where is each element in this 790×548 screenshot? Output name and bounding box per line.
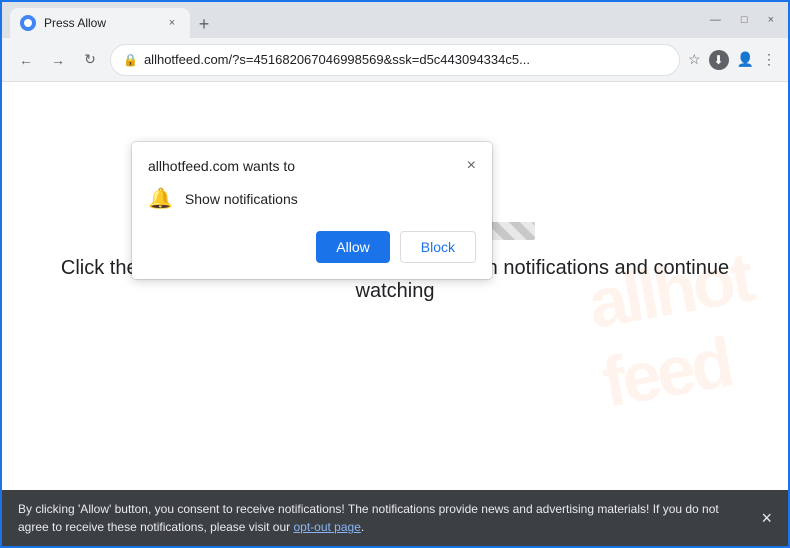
browser-window: Press Allow × + — □ × ← → ↻ 🔒 allhotfeed…	[0, 0, 790, 548]
notification-popup: allhotfeed.com wants to × 🔔 Show notific…	[132, 142, 492, 279]
tab-area: Press Allow × +	[10, 2, 698, 38]
allow-button[interactable]: Allow	[316, 231, 389, 263]
back-button[interactable]: ←	[14, 48, 38, 72]
reload-button[interactable]: ↻	[78, 48, 102, 72]
popup-buttons: Allow Block	[148, 231, 476, 263]
tab-title: Press Allow	[44, 16, 156, 30]
url-text: allhotfeed.com/?s=451682067046998569&ssk…	[144, 52, 667, 67]
title-bar: Press Allow × + — □ ×	[2, 2, 788, 38]
page-content: allhotfeed Click the «Allow» button to s…	[2, 82, 788, 490]
new-tab-button[interactable]: +	[190, 10, 218, 38]
address-bar: ← → ↻ 🔒 allhotfeed.com/?s=45168206704699…	[2, 38, 788, 82]
bottom-bar-close-button[interactable]: ×	[761, 508, 772, 529]
forward-button[interactable]: →	[46, 48, 70, 72]
url-bar[interactable]: 🔒 allhotfeed.com/?s=451682067046998569&s…	[110, 44, 680, 76]
popup-close-button[interactable]: ×	[467, 158, 476, 174]
close-window-button[interactable]: ×	[762, 12, 780, 28]
popup-header: allhotfeed.com wants to ×	[148, 158, 476, 174]
notification-row: 🔔 Show notifications	[148, 186, 476, 211]
bottom-bar: By clicking 'Allow' button, you consent …	[2, 490, 788, 546]
bookmark-icon[interactable]: ☆	[688, 51, 701, 68]
block-button[interactable]: Block	[400, 231, 476, 263]
opt-out-link[interactable]: opt-out page	[293, 520, 360, 534]
account-icon[interactable]: 👤	[737, 51, 754, 68]
lock-icon: 🔒	[123, 53, 138, 67]
bell-icon: 🔔	[148, 186, 173, 211]
download-icon[interactable]: ⬇	[709, 50, 729, 70]
active-tab[interactable]: Press Allow ×	[10, 8, 190, 38]
bottom-bar-suffix: .	[361, 520, 364, 534]
show-notifications-label: Show notifications	[185, 191, 298, 207]
bottom-bar-prefix: By clicking 'Allow' button, you consent …	[18, 502, 719, 534]
window-controls: — □ ×	[704, 12, 780, 28]
bottom-bar-text: By clicking 'Allow' button, you consent …	[18, 500, 749, 536]
tab-favicon	[20, 15, 36, 31]
tab-close-button[interactable]: ×	[164, 15, 180, 31]
popup-title: allhotfeed.com wants to	[148, 158, 295, 174]
maximize-button[interactable]: □	[735, 12, 754, 28]
menu-icon[interactable]: ⋮	[762, 51, 776, 68]
minimize-button[interactable]: —	[704, 12, 727, 28]
main-text-prefix: Click the	[61, 257, 143, 279]
